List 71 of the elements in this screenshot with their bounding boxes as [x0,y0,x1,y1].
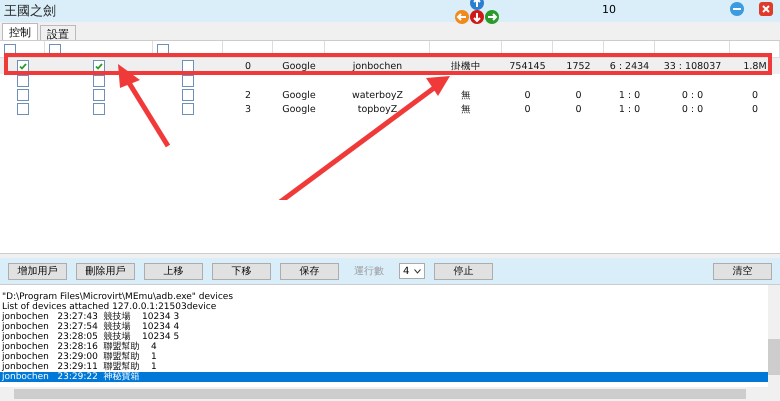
down-arrow-icon[interactable] [470,10,484,24]
table-cell: Google [282,90,316,100]
checkbox[interactable] [4,44,16,54]
checkbox[interactable] [182,75,194,87]
checkbox[interactable] [93,89,105,101]
table-cell: 1752 [566,60,591,72]
right-arrow-icon[interactable] [485,10,499,24]
table-cell: 0 [244,60,252,72]
checkbox[interactable] [93,75,105,87]
stop-button[interactable]: 停止 [434,262,493,280]
count-select[interactable]: 4 [399,263,425,279]
log-line: "D:\Program Files\Microvirt\MEmu\adb.exe" devices [1,292,234,302]
checkbox[interactable] [16,103,28,115]
checkbox[interactable] [16,89,28,101]
table-cell: Google [282,60,316,72]
checkbox[interactable] [49,44,61,54]
table-cell: 0 [752,104,758,114]
log-line: jonbochen 23:29:00 聯盟幫助 1 [0,352,158,362]
toolbar-button[interactable]: 刪除用戶 [76,262,135,280]
table-cell: 3 [244,104,252,114]
checkbox[interactable] [16,60,28,72]
table-cell: 6 : 2434 [610,60,650,72]
checkbox[interactable] [157,44,169,54]
log-line: List of devices attached 127.0.0.1:21503device [1,302,218,312]
close-icon[interactable] [759,2,773,16]
table-cell: 2 [244,90,252,100]
vertical-scrollbar[interactable] [768,285,780,387]
clear-button[interactable]: 清空 [713,262,772,280]
toolbar-button[interactable]: 下移 [212,262,271,280]
checkbox[interactable] [93,60,105,72]
table-cell: 0 [524,90,531,100]
window-title: 王國之劍 [4,3,56,20]
table-cell: topboyZ [358,104,398,114]
table-cell: 0 : 0 [682,90,704,100]
table-cell: 0 [575,90,582,100]
table-cell: 0 [524,104,531,114]
count-label: 運行數 [354,265,384,278]
table-cell: waterboyZ [352,90,404,100]
table-cell: 無 [461,102,471,116]
table-cell: 掛機中 [451,60,481,72]
tab[interactable]: 設置 [40,25,76,40]
counter-label: 10 [602,3,616,16]
checkbox[interactable] [16,75,28,87]
table-cell: 1.8M [743,60,767,72]
checkbox[interactable] [182,103,194,115]
table-cell: 33 : 108037 [664,60,722,72]
table-cell: Google [282,104,316,114]
table-cell: 1 : 0 [618,90,640,100]
caret-icon [414,268,421,274]
table-cell: 0 : 0 [682,104,704,114]
tab[interactable]: 控制 [2,23,38,40]
table-cell: 754145 [509,60,546,72]
table-cell: 無 [461,88,471,102]
log-line: jonbochen 23:28:05 競技場 10234 5 [0,332,180,342]
left-arrow-icon[interactable] [455,10,469,24]
minimize-icon[interactable] [730,2,744,16]
toolbar-button[interactable]: 增加用戶 [8,262,67,280]
table-cell: 1 : 0 [618,104,640,114]
log-line: jonbochen 23:27:54 競技場 10234 4 [0,322,180,332]
checkbox[interactable] [182,89,194,101]
table-cell: jonbochen [352,60,402,72]
log-line: jonbochen 23:27:43 競技場 10234 3 [0,312,180,322]
checkbox[interactable] [182,60,194,72]
log-line: jonbochen 23:29:11 聯盟幫助 1 [0,362,158,372]
up-arrow-icon[interactable] [470,0,484,10]
table-cell: 0 [575,104,582,114]
log-line: jonbochen 23:28:16 聯盟幫助 4 [0,342,158,352]
checkbox[interactable] [93,103,105,115]
toolbar-button[interactable]: 保存 [280,262,339,280]
toolbar-button[interactable]: 上移 [144,262,203,280]
table-cell: 0 [752,90,758,100]
